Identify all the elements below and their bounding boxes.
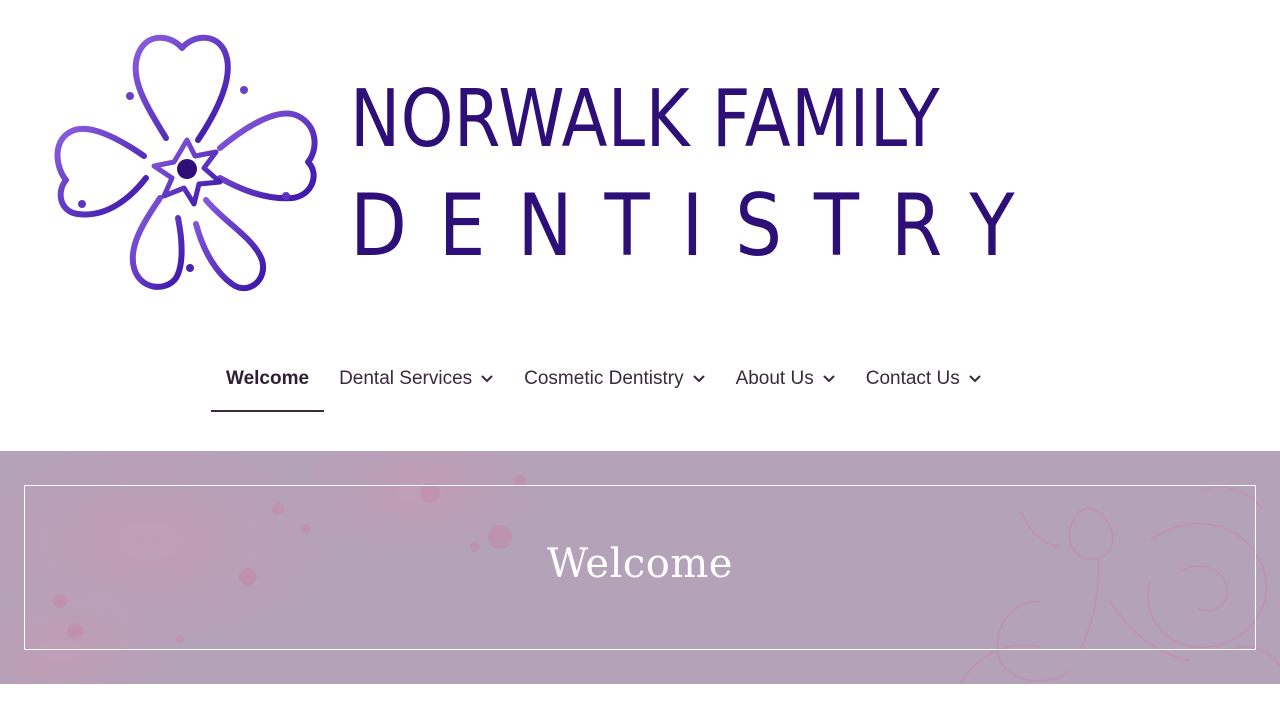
- nav-item-contact-us[interactable]: Contact Us: [851, 346, 997, 412]
- nav-item-label: Cosmetic Dentistry: [524, 368, 684, 389]
- chevron-down-icon[interactable]: [968, 372, 982, 386]
- site-logo-link[interactable]: NORWALK FAMILY DENTISTRY: [48, 28, 1088, 300]
- site-header: NORWALK FAMILY DENTISTRY Welcome Dental …: [0, 0, 1280, 451]
- nav-item-cosmetic-dentistry[interactable]: Cosmetic Dentistry: [509, 346, 720, 412]
- nav-item-about-us[interactable]: About Us: [721, 346, 851, 412]
- nav-item-label: Dental Services: [339, 368, 473, 389]
- page-title: Welcome: [547, 541, 733, 587]
- chevron-down-icon[interactable]: [480, 372, 494, 386]
- nav-item-label: Contact Us: [865, 368, 960, 389]
- nav-item-welcome[interactable]: Welcome: [211, 346, 325, 412]
- chevron-down-icon[interactable]: [692, 372, 706, 386]
- nav-item-dental-services[interactable]: Dental Services: [324, 346, 509, 412]
- flower-tooth-logo-icon: [54, 34, 318, 292]
- logo-title-line2: DENTISTRY: [350, 176, 1047, 276]
- logo-title-line1: NORWALK FAMILY: [350, 73, 941, 165]
- nav-item-label: About Us: [735, 368, 814, 389]
- page-hero-banner: Welcome: [0, 451, 1280, 684]
- chevron-down-icon[interactable]: [822, 372, 836, 386]
- nav-item-label: Welcome: [226, 368, 310, 389]
- content-area: [0, 684, 1280, 720]
- main-navigation: Welcome Dental Services Cosmetic Dentist…: [0, 346, 1280, 412]
- nav-list: Welcome Dental Services Cosmetic Dentist…: [211, 346, 997, 412]
